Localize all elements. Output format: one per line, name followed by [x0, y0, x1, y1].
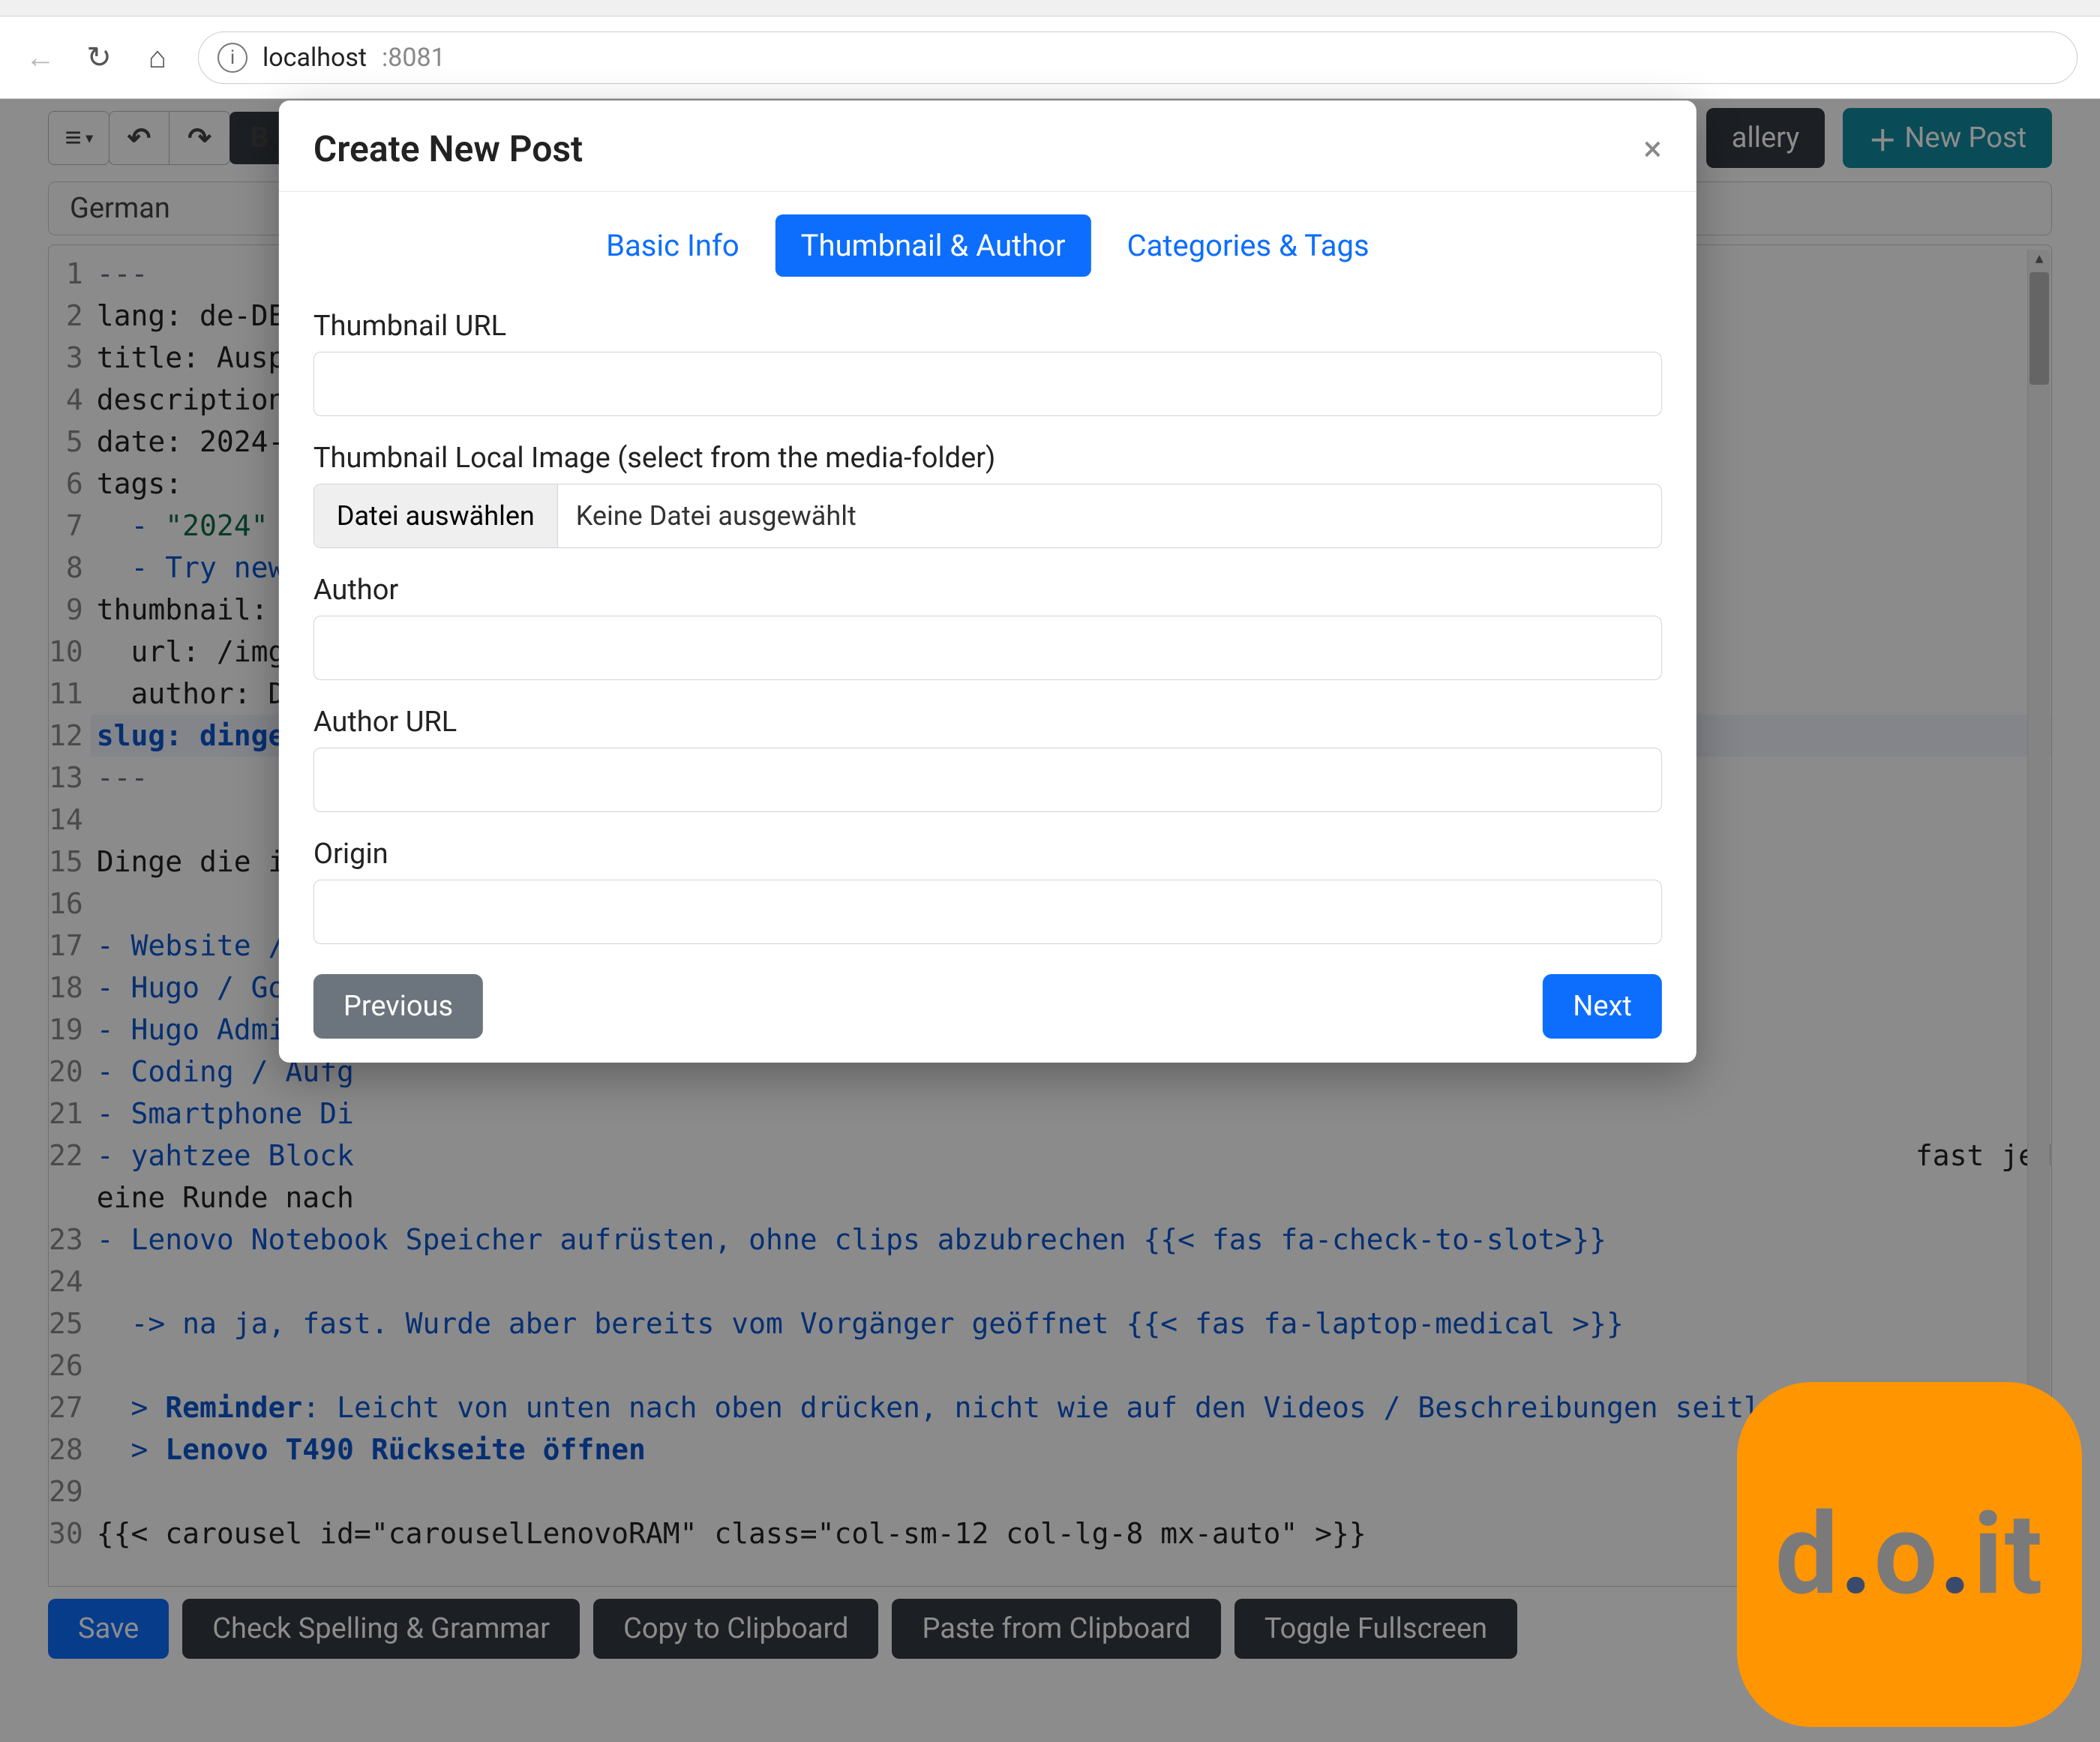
new-post-button[interactable]: ＋New Post	[1843, 108, 2052, 168]
gallery-button[interactable]: allery	[1706, 108, 1826, 168]
thumbnail-file-picker[interactable]: Datei auswählen Keine Datei ausgewählt	[314, 484, 1662, 548]
origin-label: Origin	[314, 838, 1662, 871]
modal-footer: Previous Next	[314, 974, 1662, 1039]
url-host: localhost	[262, 43, 367, 73]
file-choose-button[interactable]: Datei auswählen	[314, 484, 558, 547]
create-post-modal: Create New Post × Basic Info Thumbnail &…	[279, 100, 1696, 1063]
toolbar-group-menu: ≡▾	[48, 111, 110, 165]
tab-thumbnail-author[interactable]: Thumbnail & Author	[776, 214, 1091, 277]
toolbar-group-history: ↶ ↷	[109, 111, 230, 165]
browser-toolbar: ← ↻ ⌂ i localhost :8081	[0, 16, 2100, 99]
browser-tab-strip	[0, 0, 2100, 16]
modal-tabs: Basic Info Thumbnail & Author Categories…	[314, 214, 1662, 277]
menu-button[interactable]: ≡▾	[49, 112, 109, 164]
tab-categories-tags[interactable]: Categories & Tags	[1102, 214, 1395, 277]
nav-back-button[interactable]: ←	[22, 40, 58, 76]
site-info-icon[interactable]: i	[218, 43, 248, 73]
redo-button[interactable]: ↷	[170, 112, 230, 164]
fullscreen-button[interactable]: Toggle Fullscreen	[1234, 1599, 1517, 1659]
save-button[interactable]: Save	[48, 1599, 169, 1659]
modal-close-button[interactable]: ×	[1643, 132, 1662, 166]
modal-title: Create New Post	[314, 127, 583, 170]
author-url-input[interactable]	[314, 748, 1662, 812]
author-label: Author	[314, 574, 1662, 607]
author-url-label: Author URL	[314, 706, 1662, 739]
next-button[interactable]: Next	[1543, 974, 1662, 1039]
tab-basic-info[interactable]: Basic Info	[580, 214, 765, 277]
previous-button[interactable]: Previous	[314, 974, 483, 1039]
file-status-text: Keine Datei ausgewählt	[558, 484, 874, 547]
spellcheck-button[interactable]: Check Spelling & Grammar	[182, 1599, 580, 1659]
scroll-up-icon[interactable]: ▲	[2028, 250, 2050, 268]
undo-button[interactable]: ↶	[110, 112, 170, 164]
url-port: :8081	[382, 43, 446, 73]
line-gutter: 1234567891011121314151617181920212223242…	[49, 245, 91, 1586]
thumbnail-url-label: Thumbnail URL	[314, 310, 1662, 343]
author-input[interactable]	[314, 616, 1662, 680]
origin-input[interactable]	[314, 880, 1662, 944]
modal-header: Create New Post ×	[279, 100, 1696, 192]
scrollbar-thumb[interactable]	[2030, 272, 2049, 385]
thumbnail-local-label: Thumbnail Local Image (select from the m…	[314, 442, 1662, 475]
doit-badge[interactable]: d.o.it	[1737, 1382, 2082, 1727]
nav-home-button[interactable]: ⌂	[140, 40, 176, 76]
copy-clipboard-button[interactable]: Copy to Clipboard	[593, 1599, 878, 1659]
paste-clipboard-button[interactable]: Paste from Clipboard	[892, 1599, 1220, 1659]
thumbnail-url-input[interactable]	[314, 352, 1662, 416]
nav-reload-button[interactable]: ↻	[81, 40, 117, 76]
address-bar[interactable]: i localhost :8081	[198, 31, 2078, 84]
